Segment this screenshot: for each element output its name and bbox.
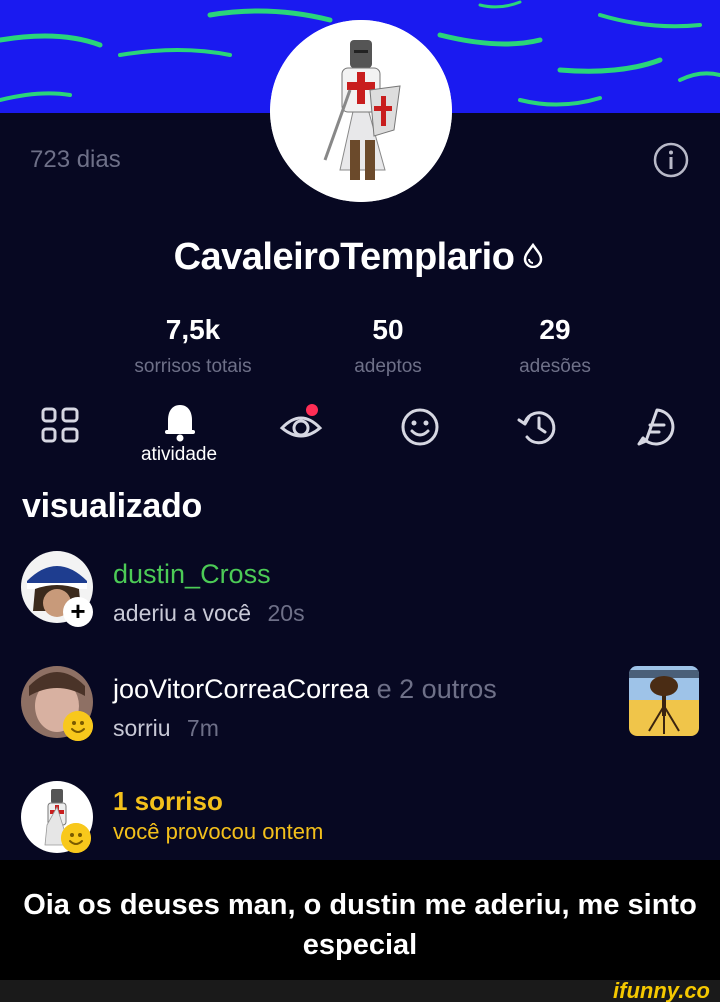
stat-followers[interactable]: 50 adeptos xyxy=(303,314,473,378)
plus-badge-icon: + xyxy=(63,597,93,627)
smile-badge-icon xyxy=(61,823,91,853)
account-age: 723 dias xyxy=(30,146,121,173)
eye-icon[interactable] xyxy=(278,402,324,448)
profile-avatar[interactable] xyxy=(270,20,452,202)
post-thumbnail[interactable] xyxy=(629,666,699,736)
notification-user[interactable]: jooVitorCorreaCorrea xyxy=(113,674,369,704)
grid-icon[interactable] xyxy=(38,404,84,450)
notification-user[interactable]: dustin_Cross xyxy=(113,559,271,590)
notification-action-text: sorriu xyxy=(113,715,171,741)
notification-time: 20s xyxy=(267,600,305,626)
notification-others[interactable]: e 2 outros xyxy=(377,674,497,704)
notification-action: sorriu 7m xyxy=(113,715,219,742)
meme-caption: Oia os deuses man, o dustin me aderiu, m… xyxy=(23,889,697,961)
stat-value: 29 xyxy=(539,314,571,345)
username-row: CavaleiroTemplario xyxy=(0,236,720,279)
info-icon[interactable] xyxy=(652,141,690,179)
notification-title[interactable]: 1 sorriso xyxy=(113,786,223,817)
history-icon[interactable] xyxy=(515,404,561,450)
stat-value: 50 xyxy=(372,314,404,345)
chat-icon[interactable] xyxy=(634,404,680,450)
drop-icon xyxy=(524,242,543,268)
stat-subscriptions[interactable]: 29 adesões xyxy=(470,314,640,378)
notification-users[interactable]: jooVitorCorreaCorrea e 2 outros xyxy=(113,674,497,705)
notification-action-text: aderiu a você xyxy=(113,600,252,626)
smile-badge-icon xyxy=(63,711,93,741)
notification-action: aderiu a você 20s xyxy=(113,600,305,627)
bell-icon[interactable] xyxy=(157,400,203,446)
username: CavaleiroTemplario xyxy=(173,236,515,278)
stat-label: adesões xyxy=(519,356,591,377)
stat-label: adeptos xyxy=(354,356,422,377)
notification-action: você provocou ontem xyxy=(113,819,324,844)
ifunny-watermark: ifunny.co xyxy=(613,978,710,1002)
stat-total-smiles[interactable]: 7,5k sorrisos totais xyxy=(108,314,278,378)
stat-value: 7,5k xyxy=(165,314,221,345)
watermark-bar xyxy=(0,980,720,1002)
notification-time: 7m xyxy=(186,715,219,741)
tab-activity-label: atividade xyxy=(140,444,218,465)
section-title: visualizado xyxy=(22,487,202,525)
smile-icon[interactable] xyxy=(397,404,443,450)
stat-label: sorrisos totais xyxy=(134,356,252,377)
